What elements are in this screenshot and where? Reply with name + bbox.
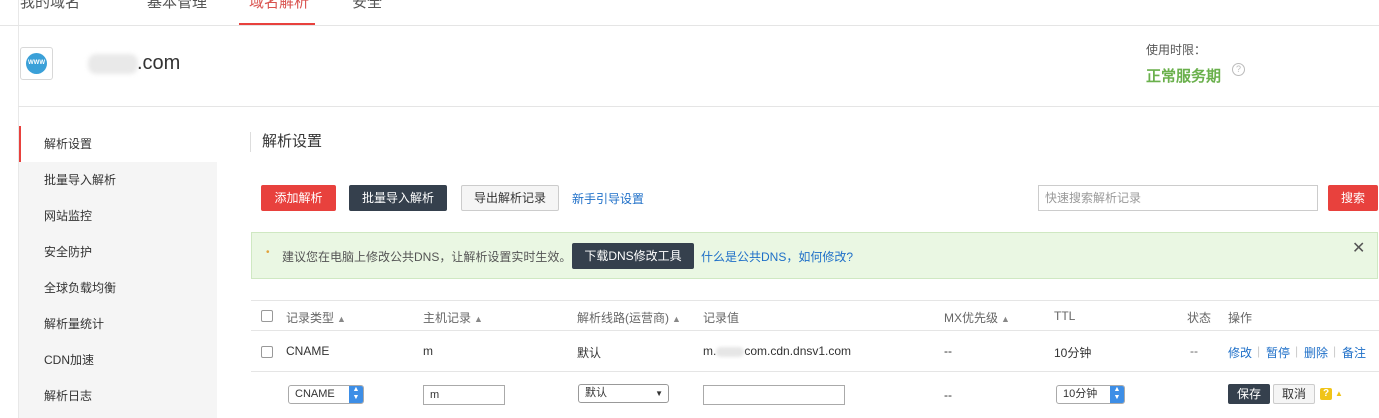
close-icon[interactable]: ✕ bbox=[1352, 238, 1365, 258]
sidebar: 解析设置 批量导入解析 网站监控 安全防护 全球负载均衡 解析量统计 CDN加速… bbox=[19, 126, 217, 418]
domain-name: .com bbox=[137, 52, 181, 74]
nav-my-domains[interactable]: 我的域名 bbox=[20, 0, 80, 12]
nav-domain-resolution[interactable]: 域名解析 bbox=[249, 0, 309, 12]
nav-basic-management[interactable]: 基本管理 bbox=[147, 0, 207, 12]
redacted-text bbox=[716, 346, 745, 357]
warning-icon: ▲ bbox=[1335, 389, 1343, 398]
service-term-label: 使用时限： bbox=[1146, 43, 1207, 57]
table-row: CNAME m 默认 m. com.cdn.dnsv1.com -- 10分钟 -… bbox=[251, 331, 1379, 372]
sidebar-item-resolution-settings[interactable]: 解析设置 bbox=[19, 126, 217, 162]
top-nav: 我的域名 基本管理 域名解析 安全 bbox=[0, 0, 1379, 26]
header-record-type[interactable]: 记录类型 ▲ bbox=[286, 309, 346, 326]
ttl-select[interactable]: 10分钟 ▲ ▼ bbox=[1056, 385, 1125, 404]
help-icon[interactable]: ? bbox=[1232, 63, 1245, 76]
cell-line: 默认 bbox=[577, 346, 602, 360]
select-all-checkbox[interactable] bbox=[261, 310, 273, 322]
cell-ttl: 10分钟 bbox=[1054, 346, 1092, 360]
notice-bullet: • bbox=[266, 247, 270, 258]
cell-value: m. com.cdn.dnsv1.com bbox=[703, 344, 852, 358]
sidebar-item-load-balancing[interactable]: 全球负载均衡 bbox=[19, 270, 217, 306]
export-records-button[interactable]: 导出解析记录 bbox=[461, 185, 559, 211]
globe-icon: WWW bbox=[26, 53, 47, 74]
guide-settings-link[interactable]: 新手引导设置 bbox=[572, 190, 644, 207]
sort-icon[interactable]: ▲ bbox=[1001, 314, 1010, 324]
chevron-updown-icon: ▲ ▼ bbox=[349, 386, 363, 403]
download-dns-tool-button[interactable]: 下载DNS修改工具 bbox=[572, 243, 694, 269]
cancel-button[interactable]: 取消 bbox=[1273, 384, 1315, 404]
sort-icon[interactable]: ▲ bbox=[672, 314, 681, 324]
records-table-header: 记录类型 ▲ 主机记录 ▲ 解析线路(运营商) ▲ 记录值 MX优先级 ▲ TTL 状态… bbox=[251, 300, 1379, 331]
dropdown-arrow-icon: ▼ bbox=[655, 389, 663, 398]
public-dns-notice: • 建议您在电脑上修改公共DNS，让解析设置实时生效。 下载DNS修改工具 什么… bbox=[251, 232, 1378, 279]
header-value: 记录值 bbox=[703, 311, 740, 325]
header-host[interactable]: 主机记录 ▲ bbox=[423, 309, 483, 326]
chevron-updown-icon: ▲ ▼ bbox=[1110, 386, 1124, 403]
sidebar-item-statistics[interactable]: 解析量统计 bbox=[19, 306, 217, 342]
search-button[interactable]: 搜索 bbox=[1328, 185, 1378, 211]
header-ops: 操作 bbox=[1228, 311, 1253, 325]
sort-icon[interactable]: ▲ bbox=[337, 314, 346, 324]
row-checkbox[interactable] bbox=[261, 346, 273, 358]
header-mx[interactable]: MX优先级 ▲ bbox=[944, 309, 1010, 326]
delete-link[interactable]: 删除 bbox=[1304, 344, 1328, 361]
batch-import-button[interactable]: 批量导入解析 bbox=[349, 185, 447, 211]
modify-link[interactable]: 修改 bbox=[1228, 344, 1252, 361]
page-title: 解析设置 bbox=[250, 132, 322, 152]
value-input[interactable] bbox=[703, 385, 845, 405]
cell-type: CNAME bbox=[286, 344, 330, 358]
record-type-select[interactable]: CNAME ▲ ▼ bbox=[288, 385, 364, 404]
sidebar-item-batch-import[interactable]: 批量导入解析 bbox=[19, 162, 217, 198]
host-input[interactable]: m bbox=[423, 385, 505, 405]
sidebar-item-security[interactable]: 安全防护 bbox=[19, 234, 217, 270]
header-line[interactable]: 解析线路(运营商) ▲ bbox=[577, 309, 681, 326]
sidebar-item-logs[interactable]: 解析日志 bbox=[19, 378, 217, 414]
search-input[interactable]: 快速搜索解析记录 bbox=[1038, 185, 1318, 211]
sidebar-item-cdn[interactable]: CDN加速 bbox=[19, 342, 217, 378]
line-select[interactable]: 默认 ▼ bbox=[578, 384, 669, 403]
cell-status: -- bbox=[1190, 344, 1198, 358]
cell-mx: -- bbox=[944, 344, 952, 358]
edit-row: CNAME ▲ ▼ m 默认 ▼ -- 10分钟 ▲ ▼ 保存 取消 ? ▲ bbox=[251, 372, 1379, 418]
public-dns-help-link[interactable]: 什么是公共DNS，如何修改? bbox=[701, 248, 853, 265]
nav-security[interactable]: 安全 bbox=[352, 0, 382, 12]
remark-link[interactable]: 备注 bbox=[1342, 344, 1366, 361]
domain-name-redacted bbox=[88, 54, 138, 74]
save-button[interactable]: 保存 bbox=[1228, 384, 1270, 404]
domain-www-icon: WWW bbox=[20, 47, 53, 80]
cell-host: m bbox=[423, 344, 433, 358]
service-status: 正常服务期 bbox=[1146, 68, 1222, 85]
cell-mx: -- bbox=[944, 388, 952, 402]
header-status: 状态 bbox=[1187, 311, 1212, 325]
header-ttl: TTL bbox=[1054, 309, 1076, 323]
pause-link[interactable]: 暂停 bbox=[1266, 344, 1290, 361]
add-record-button[interactable]: 添加解析 bbox=[261, 185, 336, 211]
header-divider bbox=[18, 106, 1379, 107]
question-icon[interactable]: ? bbox=[1320, 388, 1332, 400]
sidebar-item-site-monitor[interactable]: 网站监控 bbox=[19, 198, 217, 234]
sort-icon[interactable]: ▲ bbox=[474, 314, 483, 324]
notice-text: 建议您在电脑上修改公共DNS，让解析设置实时生效。 bbox=[282, 250, 572, 264]
nav-active-underline bbox=[239, 23, 315, 25]
